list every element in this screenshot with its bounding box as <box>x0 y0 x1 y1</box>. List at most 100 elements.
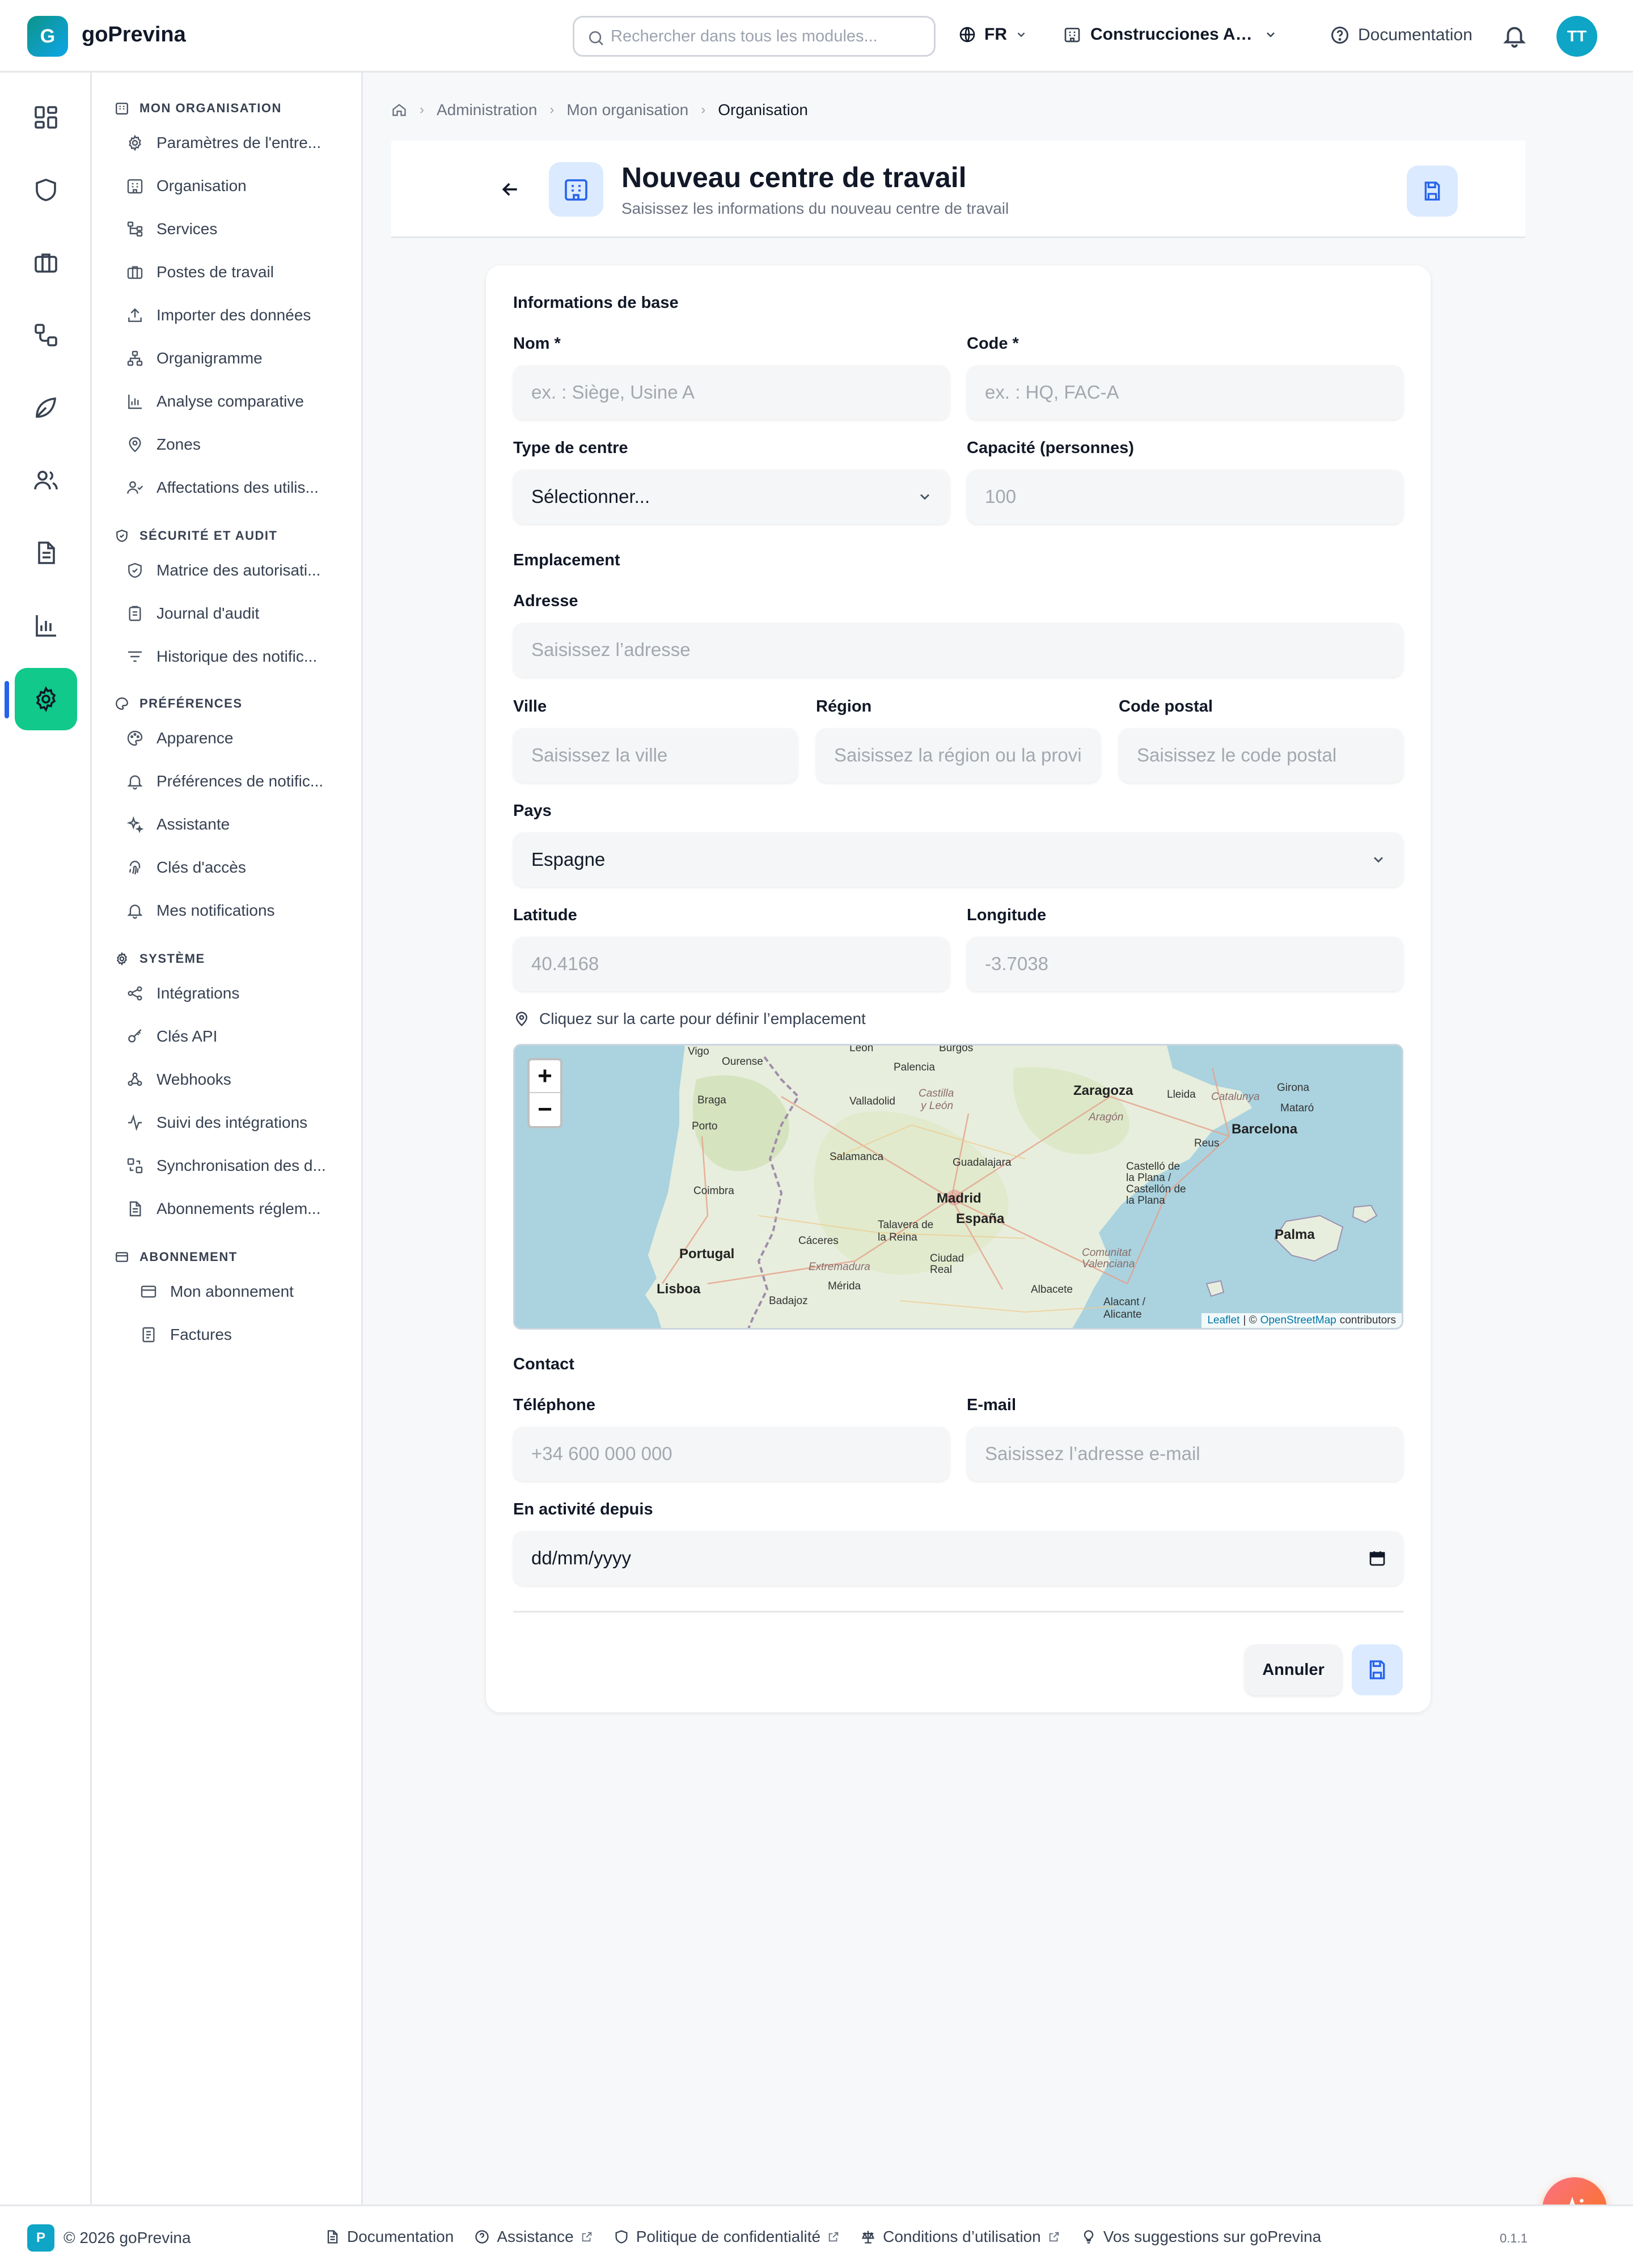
country-label: Pays <box>513 802 552 820</box>
sidebar-item-notification-history[interactable]: Historique des notific... <box>126 648 353 666</box>
footer-link-privacy[interactable]: Politique de confidentialité <box>614 2228 840 2246</box>
sidebar-item-org-chart[interactable]: Organigramme <box>126 349 353 367</box>
save-button[interactable] <box>1352 1644 1403 1695</box>
settings-icon <box>117 952 127 966</box>
region-input[interactable] <box>834 744 1082 766</box>
footer-link-support[interactable]: Assistance <box>474 2228 593 2246</box>
name-input[interactable] <box>531 382 932 403</box>
location-map[interactable]: + − Vigo Ourense León Burgos Palencia Br… <box>513 1044 1403 1330</box>
code-input[interactable] <box>985 382 1385 403</box>
longitude-input[interactable] <box>985 953 1385 975</box>
bell-icon[interactable] <box>1501 22 1528 50</box>
sidebar-item-organisation[interactable]: Organisation <box>126 177 353 195</box>
type-select[interactable]: Sélectionner... <box>513 469 950 524</box>
phone-field[interactable] <box>513 1427 950 1481</box>
sidebar-item-notification-preferences[interactable]: Préférences de notific... <box>126 772 353 790</box>
postal-code-field[interactable] <box>1119 728 1403 782</box>
sidebar-item-services[interactable]: Services <box>126 220 353 238</box>
footer-link-documentation[interactable]: Documentation <box>324 2228 454 2246</box>
rail-jobs[interactable] <box>15 231 77 294</box>
phone-input[interactable] <box>531 1443 932 1465</box>
rail-documents[interactable] <box>15 522 77 584</box>
sidebar-item-audit-log[interactable]: Journal d'audit <box>126 604 353 623</box>
name-field[interactable] <box>513 365 950 420</box>
sidebar-item-integration-monitoring[interactable]: Suivi des intégrations <box>126 1114 353 1132</box>
latitude-field[interactable] <box>513 937 950 991</box>
save-icon <box>1424 181 1440 201</box>
sidebar-item-access-keys[interactable]: Clés d'accès <box>126 858 353 877</box>
sidebar-item-label: Historique des notific... <box>156 648 318 665</box>
key-icon <box>128 1029 142 1043</box>
email-input[interactable] <box>985 1443 1385 1465</box>
bar-chart-icon <box>128 395 142 409</box>
rail-users[interactable] <box>15 449 77 511</box>
rail-reports[interactable] <box>15 594 77 657</box>
sidebar-item-benchmark[interactable]: Analyse comparative <box>126 392 353 411</box>
zoom-in-button[interactable]: + <box>530 1060 560 1093</box>
city-field[interactable] <box>513 728 798 782</box>
sidebar-item-integrations[interactable]: Intégrations <box>126 984 353 1002</box>
rail-security[interactable] <box>15 159 77 221</box>
home-icon[interactable] <box>391 102 407 118</box>
avatar[interactable]: TT <box>1556 16 1597 57</box>
search-input[interactable] <box>611 27 934 46</box>
cancel-button[interactable]: Annuler <box>1245 1644 1342 1695</box>
capacity-field[interactable] <box>967 469 1403 524</box>
sidebar-item-regulatory-subscriptions[interactable]: Abonnements réglem... <box>126 1200 353 1218</box>
calendar-icon[interactable] <box>1368 1549 1386 1567</box>
sidebar-item-my-notifications[interactable]: Mes notifications <box>126 902 353 920</box>
sidebar-item-assistant[interactable]: Assistante <box>126 815 353 833</box>
sidebar-item-webhooks[interactable]: Webhooks <box>126 1070 353 1089</box>
footer-link-suggestions[interactable]: Vos suggestions sur goPrevina <box>1081 2228 1321 2246</box>
sidebar-item-user-assignments[interactable]: Affectations des utilis... <box>126 479 353 497</box>
sidebar-item-invoices[interactable]: Factures <box>139 1326 366 1344</box>
footer-links: Documentation Assistance Politique de co… <box>324 2228 1321 2246</box>
rail-dashboard[interactable] <box>15 86 77 149</box>
sidebar-item-import-data[interactable]: Importer des données <box>126 306 353 324</box>
sidebar-item-permissions-matrix[interactable]: Matrice des autorisati... <box>126 561 353 579</box>
footer-logo: P <box>27 2224 54 2252</box>
app-logo[interactable]: G <box>27 16 68 57</box>
code-field[interactable] <box>967 365 1403 420</box>
region-field[interactable] <box>816 728 1101 782</box>
postal-code-input[interactable] <box>1137 744 1385 766</box>
email-field[interactable] <box>967 1427 1403 1481</box>
longitude-field[interactable] <box>967 937 1403 991</box>
sidebar-item-appearance[interactable]: Apparence <box>126 729 353 747</box>
rail-workflow[interactable] <box>15 304 77 366</box>
breadcrumb-my-organisation[interactable]: Mon organisation <box>566 101 688 119</box>
global-search[interactable] <box>573 16 936 57</box>
sidebar-item-my-subscription[interactable]: Mon abonnement <box>139 1283 366 1301</box>
rail-environment[interactable] <box>15 376 77 439</box>
city-input[interactable] <box>531 744 780 766</box>
sidebar-item-job-positions[interactable]: Postes de travail <box>126 263 353 281</box>
sidebar-item-data-sync[interactable]: Synchronisation des d... <box>126 1157 353 1175</box>
sidebar-item-company-settings[interactable]: Paramètres de l'entre... <box>126 134 353 152</box>
footer-link-label: Conditions d’utilisation <box>883 2228 1041 2245</box>
latitude-input[interactable] <box>531 953 932 975</box>
address-input[interactable] <box>531 639 1385 661</box>
briefcase-icon <box>127 266 143 279</box>
share-icon <box>128 986 142 1001</box>
sidebar-item-zones[interactable]: Zones <box>126 435 353 454</box>
footer-link-terms[interactable]: Conditions d’utilisation <box>860 2228 1060 2246</box>
breadcrumb-administration[interactable]: Administration <box>437 101 537 119</box>
documentation-link[interactable]: Documentation <box>1330 25 1473 45</box>
address-field[interactable] <box>513 623 1403 677</box>
tenant-selector[interactable]: Construcciones Ac... <box>1063 25 1277 44</box>
header-save-button[interactable] <box>1407 166 1458 217</box>
language-selector[interactable]: FR <box>958 25 1027 44</box>
zoom-out-button[interactable]: − <box>530 1093 560 1126</box>
rail-settings[interactable] <box>15 668 77 730</box>
active-since-field[interactable]: dd/mm/yyyy <box>513 1531 1403 1585</box>
arrow-left-icon[interactable] <box>499 178 522 201</box>
sidebar-item-api-keys[interactable]: Clés API <box>126 1027 353 1046</box>
sidebar-item-label: Journal d'audit <box>156 604 260 622</box>
capacity-input[interactable] <box>985 486 1385 507</box>
openstreetmap-link[interactable]: OpenStreetMap <box>1260 1314 1336 1327</box>
map-label: Badajoz <box>769 1295 808 1307</box>
country-select[interactable]: Espagne <box>513 832 1403 887</box>
sidebar-section-title: Système <box>139 951 205 966</box>
network-icon <box>127 221 143 237</box>
leaflet-link[interactable]: Leaflet <box>1207 1314 1239 1327</box>
